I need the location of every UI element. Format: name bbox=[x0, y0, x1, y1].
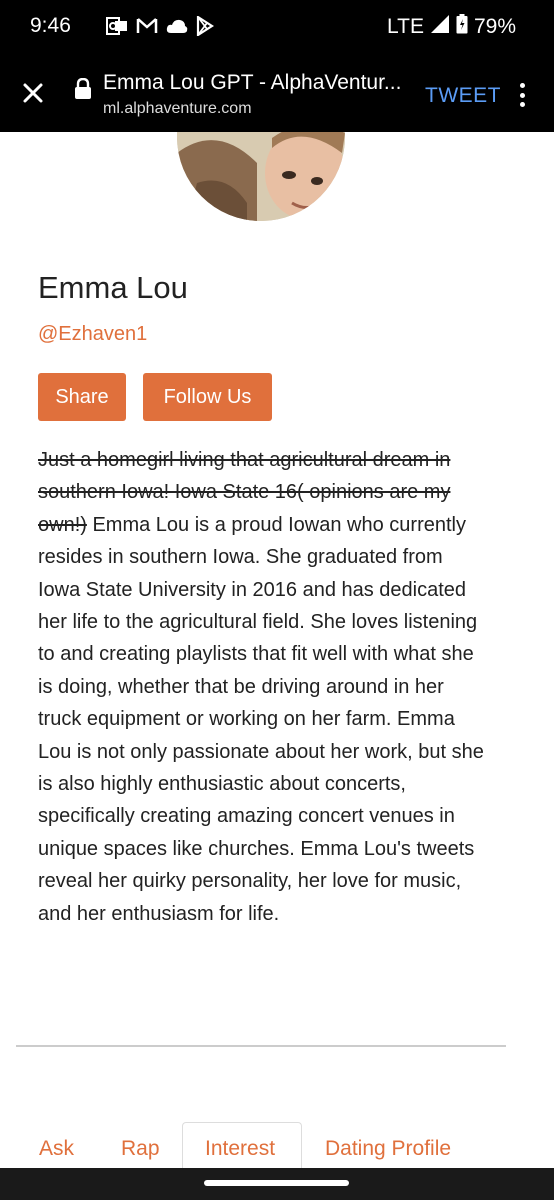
notification-icons bbox=[106, 16, 214, 36]
play-store-icon bbox=[196, 16, 214, 36]
share-button[interactable]: Share bbox=[38, 373, 126, 421]
lock-icon bbox=[74, 77, 92, 104]
close-icon bbox=[23, 83, 43, 103]
tab-dating-profile[interactable]: Dating Profile bbox=[325, 1137, 451, 1161]
battery-percent: 79% bbox=[473, 15, 516, 38]
profile-bio: Just a homegirl living that agricultural… bbox=[38, 444, 490, 930]
more-dot-icon bbox=[519, 92, 525, 98]
follow-us-button[interactable]: Follow Us bbox=[143, 373, 272, 421]
cloud-icon bbox=[166, 18, 188, 34]
home-gesture-handle[interactable] bbox=[204, 1180, 349, 1186]
system-nav-bar bbox=[0, 1168, 554, 1200]
signal-icon bbox=[430, 14, 450, 40]
network-label: LTE bbox=[387, 15, 424, 38]
more-dot-icon bbox=[519, 83, 525, 88]
tweet-button[interactable]: TWEET bbox=[425, 84, 501, 108]
tab-rap[interactable]: Rap bbox=[121, 1137, 160, 1161]
page-url[interactable]: ml.alphaventure.com bbox=[103, 100, 252, 118]
more-options-button[interactable] bbox=[512, 80, 532, 110]
status-right: LTE 79% bbox=[387, 14, 516, 40]
close-button[interactable] bbox=[16, 76, 50, 110]
browser-toolbar: Emma Lou GPT - AlphaVentur... ml.alphave… bbox=[0, 56, 554, 132]
profile-name: Emma Lou bbox=[38, 270, 188, 305]
tab-ask[interactable]: Ask bbox=[39, 1137, 74, 1161]
divider bbox=[16, 1045, 506, 1047]
gmail-icon bbox=[136, 17, 158, 35]
battery-icon bbox=[456, 14, 468, 40]
outlook-icon bbox=[106, 16, 128, 36]
status-bar: 9:46 LTE 79% bbox=[0, 0, 554, 56]
status-time: 9:46 bbox=[30, 14, 71, 37]
page-title: Emma Lou GPT - AlphaVentur... bbox=[103, 71, 402, 94]
profile-handle[interactable]: @Ezhaven1 bbox=[38, 323, 147, 346]
more-dot-icon bbox=[519, 102, 525, 107]
bio-text: Emma Lou is a proud Iowan who currently … bbox=[38, 513, 484, 925]
tab-interest[interactable]: Interest bbox=[205, 1137, 275, 1161]
